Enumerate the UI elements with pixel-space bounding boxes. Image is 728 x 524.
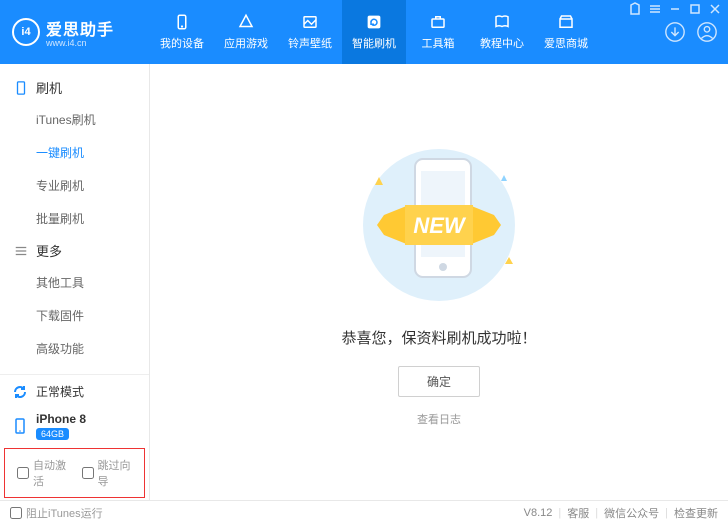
svg-text:NEW: NEW [413, 213, 467, 238]
sidebar: 刷机 iTunes刷机 一键刷机 专业刷机 批量刷机 更多 其他工具 下载固件 … [0, 64, 150, 500]
group-title: 更多 [36, 241, 62, 260]
menu-icon[interactable] [648, 2, 662, 16]
nav-toolbox[interactable]: 工具箱 [406, 0, 470, 64]
update-link[interactable]: 检查更新 [674, 505, 718, 521]
wechat-link[interactable]: 微信公众号 [604, 505, 659, 521]
sidebar-item-itunes[interactable]: iTunes刷机 [0, 103, 149, 136]
main-content: NEW 恭喜您，保资料刷机成功啦！ 确定 查看日志 [150, 64, 728, 500]
cb-label: 自动激活 [33, 457, 68, 489]
maximize-icon[interactable] [688, 2, 702, 16]
book-icon [493, 13, 511, 31]
mode-box[interactable]: 正常模式 [0, 374, 149, 408]
support-link[interactable]: 客服 [567, 505, 589, 521]
nav-label: 教程中心 [480, 35, 524, 51]
option-checkboxes: 自动激活 跳过向导 [4, 448, 145, 498]
storage-badge: 64GB [36, 428, 69, 440]
sidebar-group-more[interactable]: 更多 [0, 235, 149, 266]
nav-label: 应用游戏 [224, 35, 268, 51]
nav-apps[interactable]: 应用游戏 [214, 0, 278, 64]
sidebar-item-pro[interactable]: 专业刷机 [0, 169, 149, 202]
nav-shop[interactable]: 爱思商城 [534, 0, 598, 64]
sidebar-item-othertools[interactable]: 其他工具 [0, 266, 149, 299]
version-label: V8.12 [524, 507, 553, 519]
sidebar-item-advanced[interactable]: 高级功能 [0, 332, 149, 365]
nav-ringtone[interactable]: 铃声壁纸 [278, 0, 342, 64]
phone-icon [14, 81, 28, 95]
nav-label: 铃声壁纸 [288, 35, 332, 51]
nav-label: 智能刷机 [352, 35, 396, 51]
ok-button[interactable]: 确定 [398, 366, 480, 397]
group-title: 刷机 [36, 78, 62, 97]
nav-flash[interactable]: 智能刷机 [342, 0, 406, 64]
body: 刷机 iTunes刷机 一键刷机 专业刷机 批量刷机 更多 其他工具 下载固件 … [0, 64, 728, 500]
shop-icon [557, 13, 575, 31]
checkbox-block-itunes[interactable]: 阻止iTunes运行 [10, 505, 103, 521]
skin-icon[interactable] [628, 2, 642, 16]
sidebar-item-oneclick[interactable]: 一键刷机 [0, 136, 149, 169]
cb-label: 阻止iTunes运行 [26, 505, 103, 521]
sidebar-group-flash[interactable]: 刷机 [0, 72, 149, 103]
view-log-link[interactable]: 查看日志 [417, 411, 461, 427]
menu-icon [14, 244, 28, 258]
nav-label: 爱思商城 [544, 35, 588, 51]
image-icon [301, 13, 319, 31]
refresh-icon [365, 13, 383, 31]
checkbox-skip-guide[interactable]: 跳过向导 [82, 457, 133, 489]
sync-icon [12, 384, 28, 400]
success-message: 恭喜您，保资料刷机成功啦！ [341, 327, 536, 348]
device-name: iPhone 8 [36, 412, 86, 426]
download-icon[interactable] [664, 21, 686, 43]
checkbox-auto-activate[interactable]: 自动激活 [17, 457, 68, 489]
nav-label: 我的设备 [160, 35, 204, 51]
logo-text: 爱思助手 [46, 16, 114, 40]
success-illustration: NEW [339, 137, 539, 307]
footer: 阻止iTunes运行 V8.12 | 客服 | 微信公众号 | 检查更新 [0, 500, 728, 524]
close-icon[interactable] [708, 2, 722, 16]
nav-my-device[interactable]: 我的设备 [150, 0, 214, 64]
main-nav: 我的设备 应用游戏 铃声壁纸 智能刷机 工具箱 教程中心 爱思商城 [150, 0, 664, 64]
device-box[interactable]: iPhone 8 64GB [0, 408, 149, 448]
sidebar-item-download[interactable]: 下载固件 [0, 299, 149, 332]
sidebar-item-batch[interactable]: 批量刷机 [0, 202, 149, 235]
toolbox-icon [429, 13, 447, 31]
apps-icon [237, 13, 255, 31]
header-actions [664, 21, 728, 43]
phone-icon [173, 13, 191, 31]
nav-label: 工具箱 [422, 35, 455, 51]
device-phone-icon [12, 418, 28, 434]
cb-label: 跳过向导 [98, 457, 133, 489]
user-icon[interactable] [696, 21, 718, 43]
minimize-icon[interactable] [668, 2, 682, 16]
app-header: i4 爱思助手 www.i4.cn 我的设备 应用游戏 铃声壁纸 智能刷机 工具… [0, 0, 728, 64]
nav-tutorial[interactable]: 教程中心 [470, 0, 534, 64]
mode-label: 正常模式 [36, 383, 84, 400]
logo: i4 爱思助手 www.i4.cn [0, 16, 150, 48]
window-controls [628, 2, 722, 16]
logo-icon: i4 [12, 18, 40, 46]
